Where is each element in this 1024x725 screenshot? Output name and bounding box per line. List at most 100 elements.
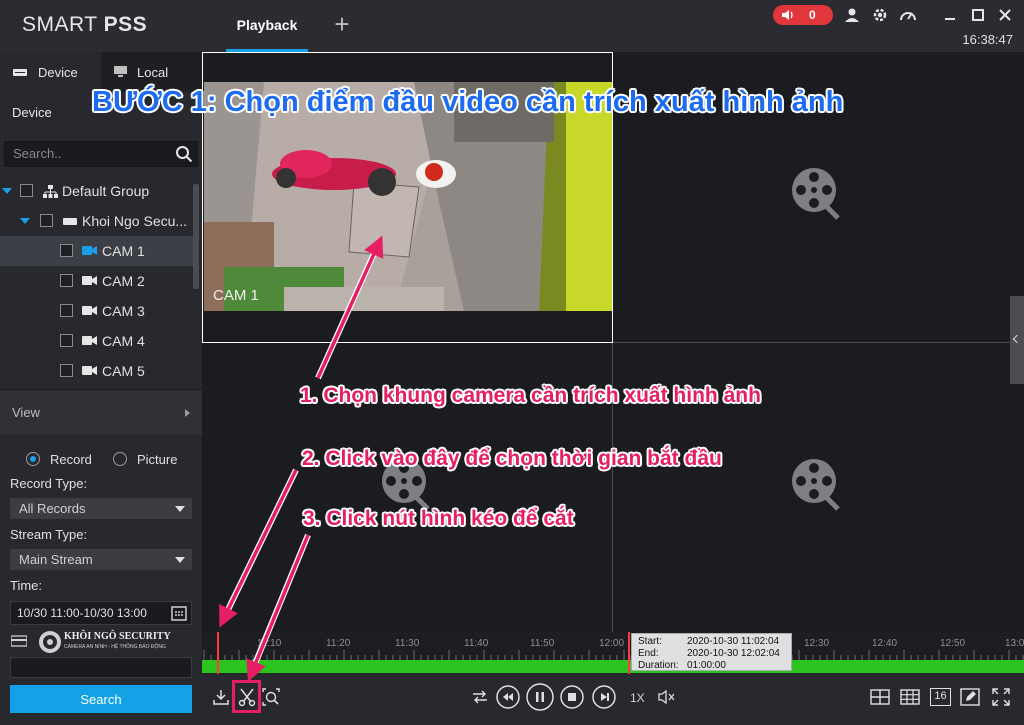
add-tab-button[interactable]: + (330, 11, 354, 38)
tree-checkbox[interactable] (60, 274, 73, 287)
search-icon[interactable] (175, 145, 193, 163)
edit-layout-icon[interactable] (960, 688, 980, 706)
layout-9-icon[interactable] (900, 689, 920, 705)
fullscreen-icon[interactable] (992, 688, 1010, 706)
annotation-step-2: 2. Click vào đây để chọn thời gian bắt đ… (302, 447, 722, 470)
tree-item-cam-1[interactable]: CAM 1 (0, 236, 194, 266)
monitor-icon (114, 66, 127, 77)
device-search-input[interactable] (13, 146, 163, 161)
watermark-title: KHÔI NGÔ SECURITY (64, 631, 171, 642)
tree-checkbox[interactable] (60, 364, 73, 377)
playback-speed[interactable]: 1X (630, 691, 645, 705)
side-panel-toggle[interactable] (1010, 296, 1024, 384)
playback-control-bar: 1X 16 (202, 674, 1024, 725)
rewind-icon[interactable] (496, 685, 520, 709)
chevron-left-icon (1012, 334, 1022, 344)
sync-play-icon[interactable] (472, 689, 488, 705)
annotation-step-3: 3. Click nút hình kéo để cắt (303, 507, 574, 530)
record-type-select[interactable]: All Records (10, 498, 192, 519)
timeline-playhead[interactable] (628, 632, 630, 674)
view-section-header[interactable]: View (0, 389, 202, 435)
tree-checkbox[interactable] (60, 304, 73, 317)
view-label: View (12, 405, 40, 420)
record-type-label: Record Type: (10, 476, 88, 491)
clip-button-highlight (232, 680, 261, 713)
minimize-icon[interactable] (941, 6, 959, 24)
radio-picture-label: Picture (137, 452, 178, 467)
tooltip-end-value: 2020-10-30 12:02:04 (687, 648, 780, 659)
alarm-badge[interactable]: 0 (773, 5, 833, 25)
caret-down-icon (175, 557, 185, 563)
close-icon[interactable] (996, 6, 1014, 24)
tree-item-default-group[interactable]: Default Group (0, 176, 194, 206)
tree-item-cam-2[interactable]: CAM 2 (0, 266, 194, 296)
device-icon (13, 69, 27, 76)
record-type-value: All Records (19, 501, 86, 516)
stream-type-select[interactable]: Main Stream (10, 549, 192, 570)
tree-item-label: CAM 3 (102, 303, 145, 319)
nvr-device-icon (63, 218, 77, 225)
layout-16-button[interactable]: 16 (930, 688, 951, 706)
timeline-tick-label: 11:20 (326, 638, 351, 649)
timeline-tick-label: 12:30 (804, 638, 830, 649)
annotation-step-1: 1. Chọn khung camera cần trích xuất hình… (300, 384, 761, 407)
user-icon[interactable] (843, 6, 861, 24)
tab-device[interactable]: Device (0, 52, 101, 92)
timeline-start-marker[interactable] (217, 632, 219, 674)
tree-item-khoi-ngo[interactable]: Khoi Ngo Secu... (0, 206, 194, 236)
next-frame-icon[interactable] (592, 685, 616, 709)
tree-item-cam-4[interactable]: CAM 4 (0, 326, 194, 356)
pause-icon[interactable] (526, 683, 554, 711)
tree-item-cam-5[interactable]: CAM 5 (0, 356, 194, 386)
stream-type-label: Stream Type: (10, 527, 88, 542)
timeline-tick-label: 11:50 (530, 638, 555, 649)
video-grid: CAM 1 (202, 52, 1024, 632)
tree-item-label: CAM 1 (102, 243, 145, 259)
video-reel-search-icon (792, 168, 840, 220)
expand-arrow-icon[interactable] (20, 218, 30, 224)
logo-text: SMART (22, 13, 98, 36)
tree-checkbox[interactable] (40, 214, 53, 227)
camera-icon (82, 306, 97, 315)
expand-arrow-icon[interactable] (2, 188, 12, 194)
time-label: Time: (10, 578, 43, 593)
tree-checkbox[interactable] (20, 184, 33, 197)
layout-4-icon[interactable] (870, 689, 890, 705)
playback-timeline[interactable]: 11:10 11:20 11:30 11:40 11:50 12:00 12:3… (202, 632, 1024, 674)
gear-icon[interactable] (871, 6, 889, 24)
timeline-tick-label: 12:50 (940, 638, 966, 649)
tab-playback[interactable]: Playback (226, 0, 308, 52)
tree-scrollbar[interactable] (193, 184, 199, 289)
tooltip-start-label: Start: (638, 636, 662, 647)
time-range-field[interactable]: 10/30 11:00-10/30 13:00 (10, 601, 192, 625)
smart-search-icon[interactable] (262, 688, 280, 706)
mute-icon[interactable] (658, 689, 676, 705)
blank-input-field[interactable] (10, 657, 192, 678)
tab-playback-label: Playback (236, 17, 298, 33)
timeline-tick-label: 12:00 (599, 638, 625, 649)
tree-checkbox[interactable] (60, 334, 73, 347)
timeline-record-bar[interactable] (202, 660, 1024, 673)
calendar-icon[interactable] (171, 605, 187, 621)
download-icon[interactable] (212, 688, 230, 706)
tab-local-label: Local (137, 65, 169, 80)
camera-icon (82, 366, 97, 375)
performance-gauge-icon[interactable] (899, 6, 917, 24)
tree-item-cam-3[interactable]: CAM 3 (0, 296, 194, 326)
timeline-tick-label: 11:10 (257, 638, 282, 649)
search-button[interactable]: Search (10, 685, 192, 713)
video-reel-search-icon (792, 459, 840, 511)
timeline-tooltip: Start: 2020-10-30 11:02:04 End: 2020-10-… (631, 633, 792, 671)
radio-picture[interactable] (113, 452, 127, 466)
maximize-icon[interactable] (969, 6, 987, 24)
radio-record-label: Record (50, 452, 92, 467)
camera-icon (82, 276, 97, 285)
stop-icon[interactable] (560, 685, 584, 709)
radio-record[interactable] (26, 452, 40, 466)
tree-item-label: CAM 5 (102, 363, 145, 379)
tree-checkbox[interactable] (60, 244, 73, 257)
logo-bold-text: PSS (103, 13, 148, 36)
timeline-tick-label: 11:30 (395, 638, 420, 649)
tree-item-label: Khoi Ngo Secu... (82, 213, 188, 229)
timeline-tick-label: 13:00 (1005, 638, 1024, 649)
